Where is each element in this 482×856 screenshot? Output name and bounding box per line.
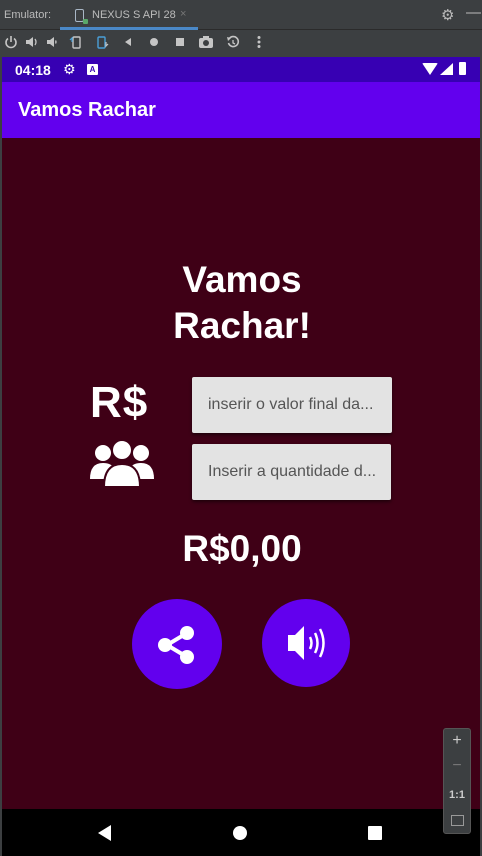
nav-back-icon[interactable]	[98, 825, 111, 841]
rotate-right-icon[interactable]	[93, 35, 111, 53]
status-bar: 04:18 ⚙ A	[2, 57, 480, 82]
snapshot-icon[interactable]	[224, 35, 242, 53]
people-group-icon	[90, 439, 154, 488]
volume-up-icon[interactable]	[23, 35, 41, 53]
device-tab[interactable]: NEXUS S API 28 ×	[60, 3, 198, 30]
people-count-input[interactable]	[192, 444, 391, 500]
app-bar: Vamos Rachar	[2, 82, 480, 138]
share-button[interactable]	[132, 599, 222, 689]
share-icon	[158, 626, 194, 664]
home-icon[interactable]	[145, 35, 163, 53]
android-nav-bar	[2, 809, 480, 856]
nav-recent-apps-icon[interactable]	[368, 826, 382, 840]
total-per-person: R$0,00	[182, 528, 302, 569]
rotate-left-icon[interactable]	[67, 35, 85, 53]
zoom-in-button[interactable]: +	[444, 732, 470, 750]
zoom-actual-size-button[interactable]: 1:1	[444, 789, 470, 801]
device-icon	[75, 9, 88, 24]
wifi-icon	[422, 63, 438, 75]
tab-close-icon[interactable]: ×	[180, 8, 186, 20]
page-headline: Vamos Rachar!	[173, 259, 311, 346]
total-value-input[interactable]	[192, 377, 392, 433]
main-content: Vamos Rachar! R$ R$0,00	[2, 138, 480, 809]
device-tab-title: NEXUS S API 28	[92, 9, 176, 21]
battery-icon	[459, 62, 466, 75]
currency-label: R$	[90, 378, 149, 427]
power-icon[interactable]	[2, 35, 20, 53]
overview-icon[interactable]	[171, 35, 189, 53]
more-icon[interactable]	[250, 35, 268, 53]
status-notification-icon: A	[87, 64, 98, 75]
zoom-controls: + − 1:1	[443, 728, 471, 834]
speaker-icon	[288, 626, 325, 660]
emulator-tab-bar: Emulator: NEXUS S API 28 × ⚙ —	[0, 0, 482, 30]
volume-down-icon[interactable]	[44, 35, 62, 53]
emulator-label: Emulator:	[4, 9, 52, 21]
speak-button[interactable]	[262, 599, 350, 687]
status-time: 04:18	[15, 62, 51, 78]
back-icon[interactable]	[119, 35, 137, 53]
minimize-icon[interactable]: —	[466, 4, 481, 21]
zoom-fit-screen-icon[interactable]	[451, 815, 464, 826]
settings-gear-icon[interactable]: ⚙	[441, 6, 454, 24]
signal-icon	[440, 63, 453, 75]
zoom-out-button[interactable]: −	[444, 757, 470, 775]
nav-home-icon[interactable]	[233, 826, 247, 840]
app-title: Vamos Rachar	[18, 99, 156, 121]
device-screen: 04:18 ⚙ A Vamos Rachar Vamos Rachar! R$ …	[2, 57, 480, 856]
status-settings-icon: ⚙	[63, 61, 76, 77]
screenshot-icon[interactable]	[197, 35, 215, 53]
emulator-toolbar	[0, 31, 482, 56]
